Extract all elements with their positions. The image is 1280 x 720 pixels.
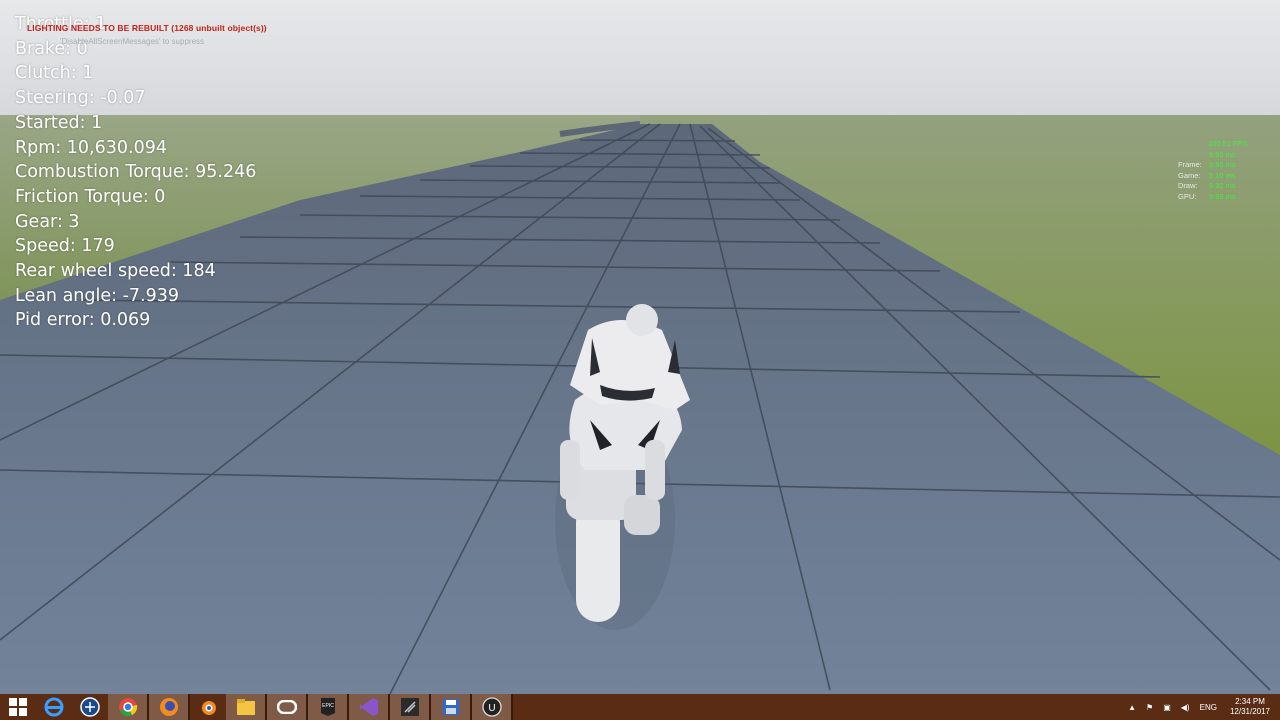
visual-studio-icon[interactable] — [349, 694, 390, 720]
friction-torque-readout: Friction Torque: 0 — [15, 186, 166, 207]
frame-label: Frame: — [1178, 160, 1202, 169]
gear-readout: Gear: 3 — [15, 211, 80, 232]
unreal-editor-icon[interactable] — [390, 694, 431, 720]
windows-start-icon[interactable] — [0, 694, 36, 720]
firefox-icon[interactable] — [149, 694, 190, 720]
file-explorer-icon[interactable] — [226, 694, 267, 720]
steering-readout: Steering: -0.07 — [15, 88, 146, 109]
lighting-warning: LIGHTING NEEDS TO BE REBUILT (1268 unbui… — [27, 23, 267, 33]
suppress-hint: 'DisableAllScreenMessages' to suppress — [60, 37, 205, 46]
speed-readout: Speed: 179 — [15, 236, 115, 257]
stat-unit-overlay: 100.51 FPS 9.95 ms Frame: 9.95 ms Game: 5.… — [1178, 139, 1248, 202]
draw-label: Draw: — [1178, 181, 1198, 190]
clock-time: 2:34 PM — [1235, 697, 1265, 706]
svg-text:EPIC: EPIC — [322, 703, 334, 709]
draw-value: 9.32 ms — [1209, 181, 1236, 190]
rpm-readout: Rpm: 10,630.094 — [15, 137, 167, 158]
gpu-label: GPU: — [1178, 191, 1197, 201]
rear-wheel-speed-readout: Rear wheel speed: 184 — [15, 261, 216, 282]
system-tray: ▲ ⚑ ▣ ◀) ENG 2:34 PM 12/31/2017 — [1123, 694, 1280, 720]
game-label: Game: — [1178, 170, 1201, 180]
fps-ms-value: 9.95 ms — [1209, 149, 1236, 159]
network-icon[interactable]: ▣ — [1163, 703, 1171, 712]
clutch-readout: Clutch: 1 — [15, 63, 94, 84]
epic-games-icon[interactable]: EPIC — [308, 694, 349, 720]
language-indicator[interactable]: ENG — [1200, 703, 1217, 712]
clock-date: 12/31/2017 — [1229, 707, 1270, 716]
svg-text:U: U — [488, 703, 495, 714]
started-readout: Started: 1 — [15, 112, 103, 133]
game-value: 5.10 ms — [1209, 170, 1236, 180]
fps-value: 100.51 FPS — [1208, 139, 1248, 148]
tray-overflow-icon[interactable]: ▲ — [1128, 703, 1136, 712]
telemetry-hud: Throttle: 1 Brake: 0 Clutch: 1 Steering:… — [15, 12, 256, 333]
flag-icon[interactable]: ⚑ — [1146, 703, 1153, 712]
volume-icon[interactable]: ◀) — [1181, 703, 1190, 712]
chrome-icon[interactable] — [108, 694, 149, 720]
blender-icon[interactable] — [190, 694, 226, 720]
gpu-value: 9.69 ms — [1209, 191, 1236, 201]
taskbar: EPIC U ▲ ⚑ ▣ ◀) ENG 2:34 PM 12/31/2017 — [0, 694, 1280, 720]
pid-error-readout: Pid error: 0.069 — [15, 310, 151, 331]
combustion-torque-readout: Combustion Torque: 95.246 — [15, 162, 257, 183]
clock[interactable]: 2:34 PM 12/31/2017 — [1230, 697, 1270, 717]
oculus-icon[interactable] — [267, 694, 308, 720]
frame-value: 9.95 ms — [1209, 160, 1236, 169]
lean-angle-readout: Lean angle: -7.939 — [15, 285, 180, 306]
save-disk-icon[interactable] — [431, 694, 472, 720]
internet-explorer-icon[interactable] — [36, 694, 72, 720]
app-icon[interactable] — [72, 694, 108, 720]
unreal-engine-icon[interactable]: U — [472, 694, 513, 720]
